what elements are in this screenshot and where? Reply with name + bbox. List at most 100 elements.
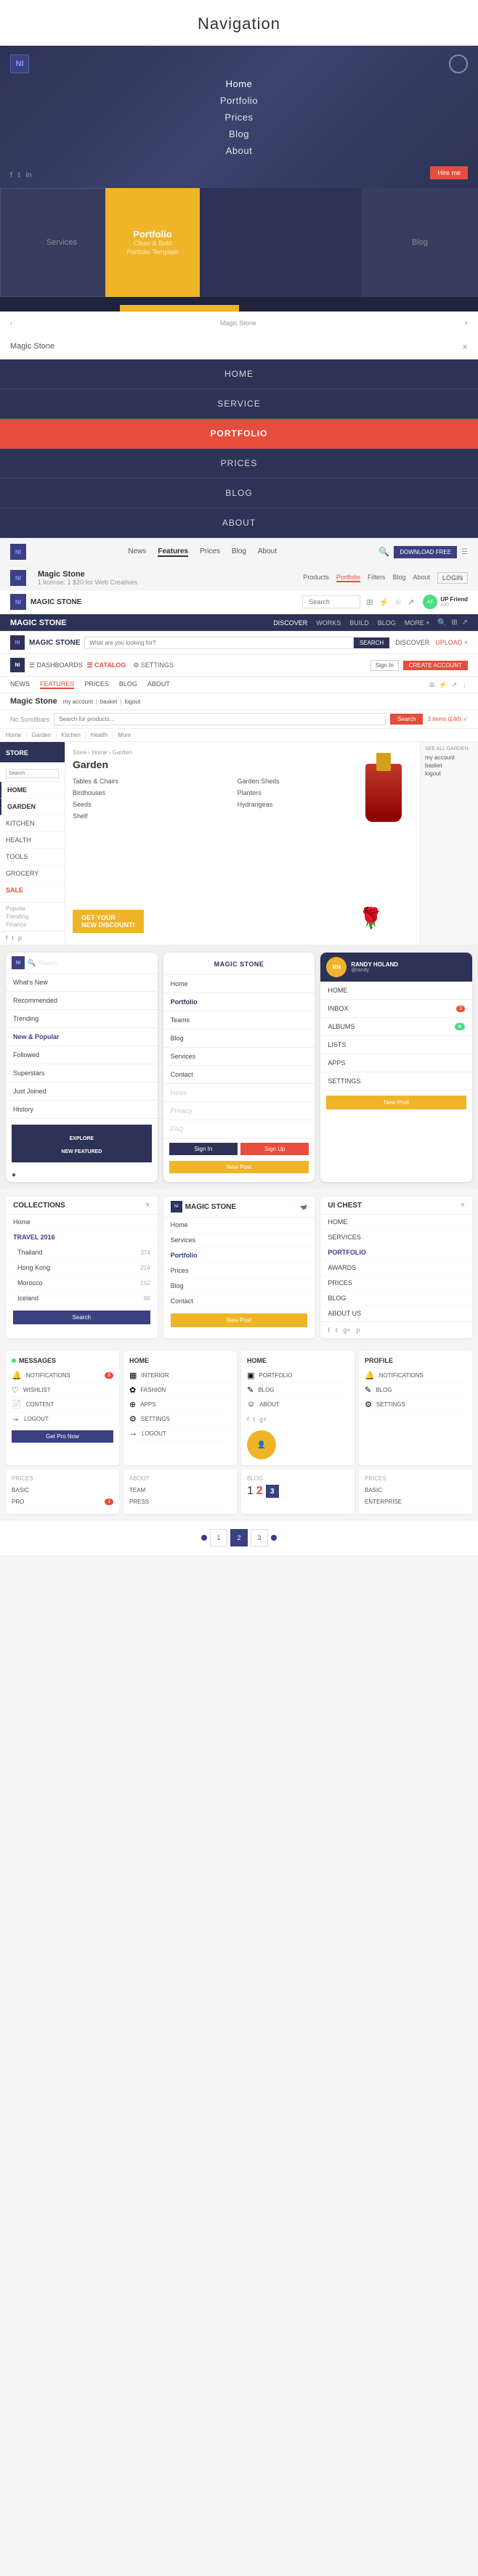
download-btn-4[interactable]: DOWNLOAD FREE (394, 546, 457, 558)
mcol2-signup-btn[interactable]: Sign Up (240, 1143, 309, 1155)
store-nav-garden[interactable]: GARDEN (0, 799, 65, 815)
coll-item-portfolio-2[interactable]: Portfolio (163, 1248, 315, 1263)
social-in-1[interactable]: in (26, 171, 32, 179)
mobile-nav-service[interactable]: SERVICE (0, 389, 478, 419)
social-f-1[interactable]: f (10, 171, 12, 179)
mcol2-signin-btn[interactable]: Sign In (169, 1143, 238, 1155)
store-social-t[interactable]: t (12, 934, 15, 942)
mcol1-play-btn[interactable]: ● (12, 1171, 16, 1179)
mcol3-albums[interactable]: ALBUMS ★ (320, 1018, 472, 1036)
store-rlink-2[interactable]: basket (425, 762, 474, 769)
mcol1-new-popular[interactable]: New & Popular (6, 1028, 158, 1046)
product-seeds[interactable]: Seeds (73, 799, 236, 810)
brow-content[interactable]: 📄 CONTENT (12, 1398, 113, 1412)
social-t-b3[interactable]: t (254, 1416, 256, 1423)
r2-item1[interactable]: BASIC (12, 1485, 113, 1496)
search-input-8[interactable] (84, 637, 353, 649)
brow-logout[interactable]: → LOGOUT (12, 1412, 113, 1426)
brow4-blog[interactable]: ✎ BLOG (365, 1383, 466, 1398)
mcol2-teams[interactable]: Teams (163, 1011, 315, 1030)
store-top-home[interactable]: Home (6, 732, 21, 738)
nav-features-4[interactable]: Features (158, 547, 188, 557)
coll-item-home-2[interactable]: Home (163, 1218, 315, 1233)
coll-item-blog-3[interactable]: BLOG (320, 1291, 472, 1306)
nav-settings-9[interactable]: ⚙ SETTINGS (133, 661, 174, 669)
r2-item5[interactable]: BASIC (365, 1485, 466, 1496)
coll-col1-close[interactable]: × (145, 1201, 150, 1210)
discover-link-8[interactable]: DISCOVER (395, 639, 429, 646)
lightning-icon-6[interactable]: ⚡ (379, 598, 389, 607)
nav-works-7[interactable]: WORKS (316, 619, 341, 627)
nav-blog-5[interactable]: Blog (392, 574, 405, 582)
myaccount-link-11[interactable]: my account (63, 698, 93, 705)
mobile-nav-home[interactable]: HOME (0, 359, 478, 389)
hire-button[interactable]: Hire me (430, 166, 468, 179)
store-nav-grocery[interactable]: GROCERY (0, 865, 65, 882)
get-pro-btn[interactable]: Get Pro Now (12, 1430, 113, 1443)
mobile-nav-prices[interactable]: PRICES (0, 449, 478, 478)
product-birdhouses[interactable]: Birdhouses (73, 788, 236, 798)
signin-btn-9[interactable]: Sign In (370, 660, 399, 671)
share-icon-7[interactable]: ↗ (462, 619, 468, 627)
coll-col1-search-btn[interactable]: Search (13, 1311, 150, 1324)
login-btn-5[interactable]: LOGIN (437, 572, 468, 584)
mcol2-newpost-btn[interactable]: New Post (169, 1161, 309, 1173)
nav-filters-5[interactable]: Filters (368, 574, 386, 582)
create-btn-9[interactable]: CREATE ACCOUNT (403, 661, 468, 670)
nav-more-7[interactable]: MORE + (405, 619, 430, 627)
menu-icon-4[interactable]: ☰ (461, 548, 468, 556)
store-nav-sale[interactable]: SALE (0, 882, 65, 899)
icon-b-10[interactable]: ⚡ (439, 681, 447, 689)
coll-item-home-3[interactable]: HOME (320, 1215, 472, 1230)
logout-link-11[interactable]: logout (124, 698, 140, 705)
store-social-f[interactable]: f (6, 934, 8, 942)
mcol1-search-icon[interactable]: 🔍 (28, 959, 36, 967)
coll-item-portfolio-3[interactable]: PORTFOLIO (320, 1245, 472, 1260)
coll-col3-close[interactable]: × (461, 1201, 465, 1210)
page-btn-1[interactable]: 1 (210, 1529, 227, 1546)
social-f-b3[interactable]: f (247, 1416, 249, 1423)
brow2-interior[interactable]: ▦ INTERIOR (129, 1369, 231, 1383)
coll-item-services-3[interactable]: SERVICES (320, 1230, 472, 1245)
mobile-menu-close[interactable]: × (462, 341, 468, 352)
mcol3-inbox[interactable]: INBOX 3 (320, 1000, 472, 1018)
coll-item-iceland[interactable]: Iceland 98 (6, 1291, 158, 1306)
coll-item-hongkong[interactable]: Hong Kong 214 (6, 1260, 158, 1276)
store-rlink-1[interactable]: my account (425, 754, 474, 761)
page-btn-3[interactable]: 3 (251, 1529, 268, 1546)
store-top-garden[interactable]: Garden (31, 732, 51, 738)
nav-circle[interactable] (449, 54, 468, 73)
nav-build-7[interactable]: BUILD (349, 619, 369, 627)
nav-discover-7[interactable]: DISCOVER (273, 619, 307, 627)
search-icon-7[interactable]: 🔍 (437, 618, 447, 627)
grid-icon-6[interactable]: ⊞ (366, 598, 373, 607)
mcol2-contact[interactable]: Contact (163, 1066, 315, 1084)
mcol1-recommended[interactable]: Recommended (6, 992, 158, 1010)
mcol2-privacy[interactable]: Privacy (163, 1102, 315, 1120)
brow2-logout[interactable]: → LOGOUT (129, 1427, 231, 1440)
store-social-p[interactable]: p (18, 934, 22, 942)
social-g-3[interactable]: g+ (343, 1326, 350, 1334)
brow3-portfolio[interactable]: ▣ PORTFOLIO (247, 1369, 349, 1383)
brow4-settings[interactable]: ⚙ SETTINGS (365, 1398, 466, 1412)
coll-item-prices-2[interactable]: Prices (163, 1263, 315, 1279)
store-search-input[interactable] (6, 769, 59, 778)
nav-link-prices-1[interactable]: Prices (224, 112, 253, 123)
store-nav-health[interactable]: HEALTH (0, 832, 65, 849)
basket-link-11[interactable]: basket (100, 698, 118, 705)
icon-a-10[interactable]: ⊞ (429, 681, 435, 689)
coll-item-aboutus-3[interactable]: ABOUT US (320, 1306, 472, 1321)
coll-item-home-1[interactable]: Home (6, 1215, 158, 1230)
store-all-garden[interactable]: SEE ALL GARDEN (425, 746, 474, 751)
social-t-1[interactable]: t (18, 171, 20, 179)
nav-blog-4[interactable]: Blog (232, 547, 246, 557)
mcol3-home[interactable]: HOME (320, 982, 472, 1000)
grid-icon-7[interactable]: ⊞ (451, 619, 457, 627)
mcol3-apps[interactable]: APPS (320, 1054, 472, 1072)
nav-blog-10[interactable]: BLOG (119, 680, 137, 689)
brow3-about[interactable]: ☺ ABOUT (247, 1398, 349, 1411)
nav-prices-4[interactable]: Prices (200, 547, 220, 557)
r2-item4[interactable]: PRESS (129, 1496, 231, 1508)
social-t-3[interactable]: t (336, 1326, 338, 1334)
search-icon-4[interactable]: 🔍 (378, 547, 389, 557)
